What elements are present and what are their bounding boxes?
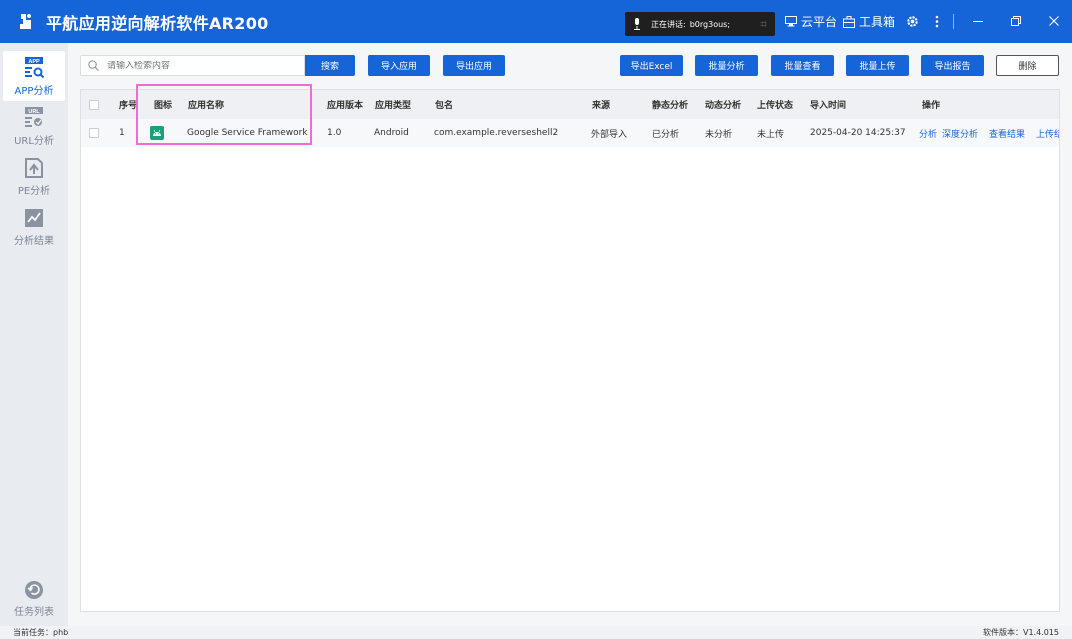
task-list-label: 任务列表 — [14, 607, 54, 618]
delete-button[interactable]: 删除 — [996, 55, 1059, 76]
toolbox-label: 工具箱 — [859, 15, 896, 29]
col-dynamic: 动态分析 — [705, 101, 742, 111]
row-static-status: 已分析 — [652, 129, 680, 140]
sidebar-item-label: 分析结果 — [14, 236, 54, 247]
gamepad-icon: ⌗ — [760, 16, 767, 31]
row-source: 外部导入 — [591, 129, 628, 140]
row-index: 1 — [119, 128, 125, 138]
export-excel-button[interactable]: 导出Excel — [620, 55, 683, 76]
software-version: 软件版本：V1.4.015 — [982, 628, 1059, 637]
app-logo-icon — [15, 11, 37, 33]
monitor-icon — [785, 16, 797, 27]
col-import-time: 导入时间 — [810, 101, 847, 111]
col-static: 静态分析 — [652, 101, 689, 111]
col-type: 应用类型 — [375, 101, 412, 111]
col-package: 包名 — [435, 101, 454, 111]
import-app-button[interactable]: 导入应用 — [368, 55, 430, 76]
speaking-label: 正在讲话: — [651, 19, 686, 29]
search-icon — [88, 60, 99, 71]
col-source: 来源 — [592, 101, 611, 111]
search-box — [80, 55, 305, 76]
sidebar-item-pe-analysis[interactable]: PE分析 — [3, 151, 65, 201]
restore-button[interactable] — [1006, 11, 1026, 31]
sidebar-item-label: APP分析 — [14, 86, 54, 97]
row-upload-status: 未上传 — [757, 129, 785, 140]
app-analysis-icon: APP — [23, 57, 45, 79]
settings-button[interactable] — [902, 11, 922, 31]
row-import-time: 2025-04-20 14:25:37 — [810, 128, 906, 138]
pe-analysis-icon — [23, 157, 45, 179]
minimize-icon — [973, 21, 983, 22]
highlight-box — [136, 84, 312, 145]
task-list-button[interactable]: 任务列表 — [0, 580, 68, 618]
row-checkbox[interactable] — [89, 128, 99, 138]
status-bar: 当前任务：phb 软件版本：V1.4.015 — [0, 626, 1072, 639]
row-version: 1.0 — [327, 128, 342, 138]
current-task: 当前任务：phb — [13, 628, 69, 637]
cloud-platform-button[interactable]: 云平台 — [785, 13, 837, 30]
sidebar-item-app-analysis[interactable]: APP APP分析 — [3, 51, 65, 101]
sidebar-item-label: PE分析 — [17, 186, 51, 197]
batch-upload-button[interactable]: 批量上传 — [846, 55, 909, 76]
close-icon — [1049, 16, 1059, 26]
minimize-button[interactable] — [968, 11, 988, 31]
select-all-checkbox[interactable] — [89, 99, 99, 110]
col-upload: 上传状态 — [757, 101, 794, 111]
sidebar-item-url-badge: URL — [28, 109, 40, 115]
export-report-button[interactable]: 导出报告 — [921, 55, 984, 76]
sidebar-item-analysis-results[interactable]: 分析结果 — [3, 201, 65, 251]
analyze-link[interactable]: 分析 — [919, 127, 937, 140]
gear-icon — [906, 15, 918, 27]
restore-icon — [1011, 16, 1021, 26]
more-menu-button[interactable] — [927, 11, 947, 31]
deep-analyze-link[interactable]: 深度分析 — [942, 127, 978, 140]
col-index: 序号 — [119, 101, 138, 111]
upload-link[interactable]: 上传结 — [1036, 127, 1059, 140]
row-package: com.example.reverseshell2 — [434, 128, 559, 138]
sidebar: APP APP分析 URL URL分析 PE分析 分析结果 任务列表 — [0, 43, 68, 628]
voice-chat-indicator: 正在讲话: b0rg3ous; ⌗ — [625, 12, 775, 36]
col-version: 应用版本 — [327, 101, 364, 111]
sidebar-item-url-analysis[interactable]: URL URL分析 — [3, 101, 65, 151]
more-vertical-icon — [935, 15, 939, 27]
export-app-button[interactable]: 导出应用 — [443, 55, 505, 76]
url-analysis-icon: URL — [23, 107, 45, 129]
app-title: 平航应用逆向解析软件AR200 — [46, 13, 269, 33]
sidebar-item-label: URL分析 — [14, 136, 54, 147]
microphone-icon — [633, 18, 641, 30]
app-table: 序号 图标 应用名称 应用版本 应用类型 包名 来源 静态分析 动态分析 上传状… — [80, 89, 1060, 612]
view-results-link[interactable]: 查看结果 — [989, 127, 1025, 140]
history-icon — [25, 581, 43, 599]
search-button[interactable]: 搜索 — [305, 55, 355, 76]
batch-analyze-button[interactable]: 批量分析 — [695, 55, 758, 76]
search-input[interactable] — [107, 60, 297, 71]
titlebar-divider — [953, 14, 954, 29]
analysis-results-icon — [23, 207, 45, 229]
cloud-platform-label: 云平台 — [801, 15, 838, 29]
sidebar-item-app-badge: APP — [28, 59, 40, 65]
speaking-user: b0rg3ous; — [689, 19, 731, 29]
row-type: Android — [374, 128, 409, 138]
batch-view-button[interactable]: 批量查看 — [771, 55, 834, 76]
col-actions: 操作 — [922, 101, 941, 111]
toolbox-icon — [843, 15, 855, 28]
toolbox-button[interactable]: 工具箱 — [843, 13, 895, 30]
close-button[interactable] — [1044, 11, 1064, 31]
row-dynamic-status: 未分析 — [705, 129, 733, 140]
title-bar: 平航应用逆向解析软件AR200 正在讲话: b0rg3ous; ⌗ 云平台 工具… — [0, 0, 1072, 43]
